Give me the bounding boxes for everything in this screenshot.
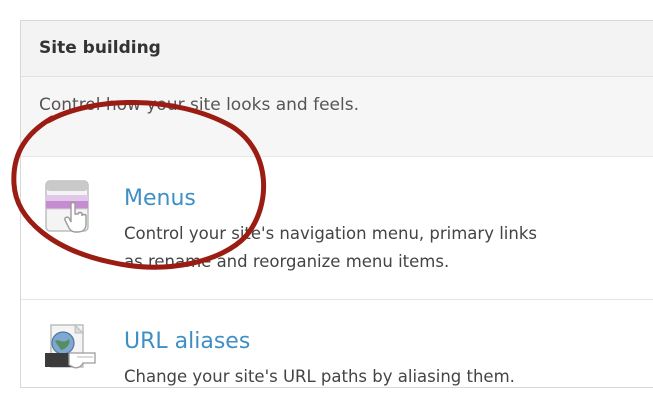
url-aliases-description-line-1: Change your site's URL paths by aliasing… xyxy=(124,367,515,386)
menus-description-line-1: Control your site's navigation menu, pri… xyxy=(124,224,537,243)
list-item-url-aliases: URL aliases Change your site's URL paths… xyxy=(21,301,653,388)
menus-icon xyxy=(43,178,99,234)
list-item-menus: Menus Control your site's navigation men… xyxy=(21,158,653,300)
url-aliases-link[interactable]: URL aliases xyxy=(124,329,250,354)
url-aliases-icon xyxy=(43,319,99,375)
menus-description-line-2: as rename and reorganize menu items. xyxy=(124,252,450,271)
menus-link[interactable]: Menus xyxy=(124,186,196,211)
site-building-panel: Site building Control how your site look… xyxy=(20,20,653,388)
panel-description: Control how your site looks and feels. xyxy=(21,77,653,157)
panel-title: Site building xyxy=(21,21,653,77)
menus-description: Control your site's navigation menu, pri… xyxy=(124,220,537,276)
url-aliases-description: Change your site's URL paths by aliasing… xyxy=(124,363,515,391)
